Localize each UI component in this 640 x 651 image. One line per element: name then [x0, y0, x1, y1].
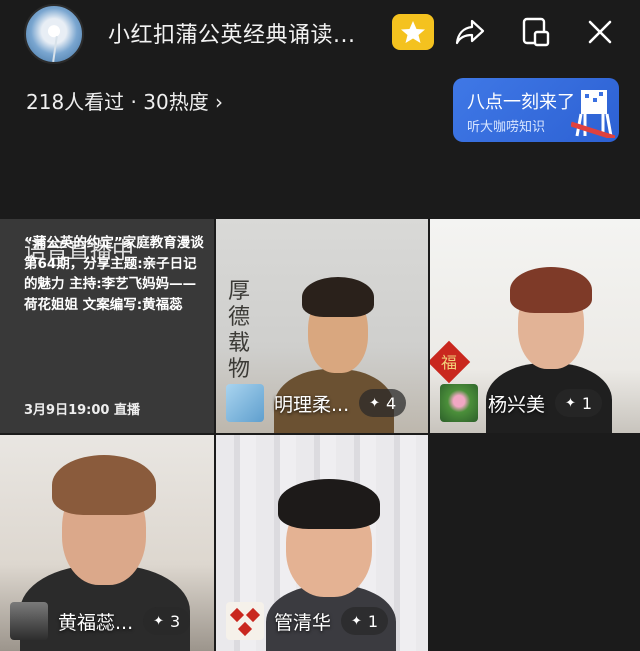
video-tile-4[interactable]: 管清华 ✦ 1 — [216, 435, 428, 651]
participant-name: 管清华 — [274, 611, 332, 634]
participant-4-bar: 管清华 ✦ 1 — [226, 602, 389, 640]
like-count[interactable]: ✦ 3 — [143, 607, 191, 635]
sparkle-icon: ✦ — [351, 613, 362, 629]
participant-1-bar: 明理柔... ✦ 4 — [226, 384, 407, 422]
chair-icon — [571, 90, 615, 138]
live-info-tile[interactable]: “蒲公英的约定”家庭教育漫谈第64期，分享主题:亲子日记的魅力 主持:李艺飞妈妈… — [0, 219, 214, 433]
share-icon[interactable] — [450, 12, 490, 52]
promo-title: 八点一刻来了 — [467, 92, 575, 113]
video-tile-1[interactable]: 厚德载物 明理柔... ✦ 4 — [216, 219, 428, 433]
like-count[interactable]: ✦ 1 — [555, 389, 603, 417]
pip-window-icon[interactable] — [516, 12, 556, 52]
live-time: 3月9日19:00 直播 — [24, 403, 140, 418]
participant-avatar — [226, 602, 264, 640]
host-avatar[interactable] — [24, 4, 84, 64]
like-count[interactable]: ✦ 1 — [341, 607, 389, 635]
sparkle-icon: ✦ — [153, 613, 165, 629]
voice-live-overlay: 语音直播中 — [24, 239, 135, 264]
promo-subtitle: 听大咖唠知识 — [467, 120, 546, 135]
participant-avatar — [226, 384, 264, 422]
promo-banner[interactable]: 八点一刻来了 听大咖唠知识 — [453, 78, 619, 142]
participant-2-bar: 杨兴美 ✦ 1 — [440, 384, 603, 422]
participant-name: 杨兴美 — [488, 393, 546, 416]
close-icon[interactable] — [580, 12, 620, 52]
sparkle-icon: ✦ — [565, 395, 576, 411]
participant-avatar — [10, 602, 48, 640]
empty-seat — [430, 435, 640, 651]
participant-avatar — [440, 384, 478, 422]
fu-character: 福 — [440, 353, 457, 372]
viewer-stats[interactable]: 218人看过 · 30热度 › — [26, 86, 223, 115]
participant-name: 明理柔... — [274, 393, 350, 416]
participant-3-bar: 黄福蕊... ✦ 3 — [10, 602, 191, 640]
sparkle-icon: ✦ — [369, 395, 381, 411]
participant-name: 黄福蕊... — [58, 611, 134, 634]
video-tile-2[interactable]: 福 杨兴美 ✦ 1 — [430, 219, 640, 433]
video-tile-3[interactable]: 黄福蕊... ✦ 3 — [0, 435, 214, 651]
room-title: 小红扣蒲公英经典诵读... — [108, 23, 356, 48]
vip-badge-icon[interactable] — [392, 14, 434, 50]
like-count[interactable]: ✦ 4 — [359, 389, 407, 417]
calligraphy-scroll: 厚德载物 — [228, 279, 251, 382]
